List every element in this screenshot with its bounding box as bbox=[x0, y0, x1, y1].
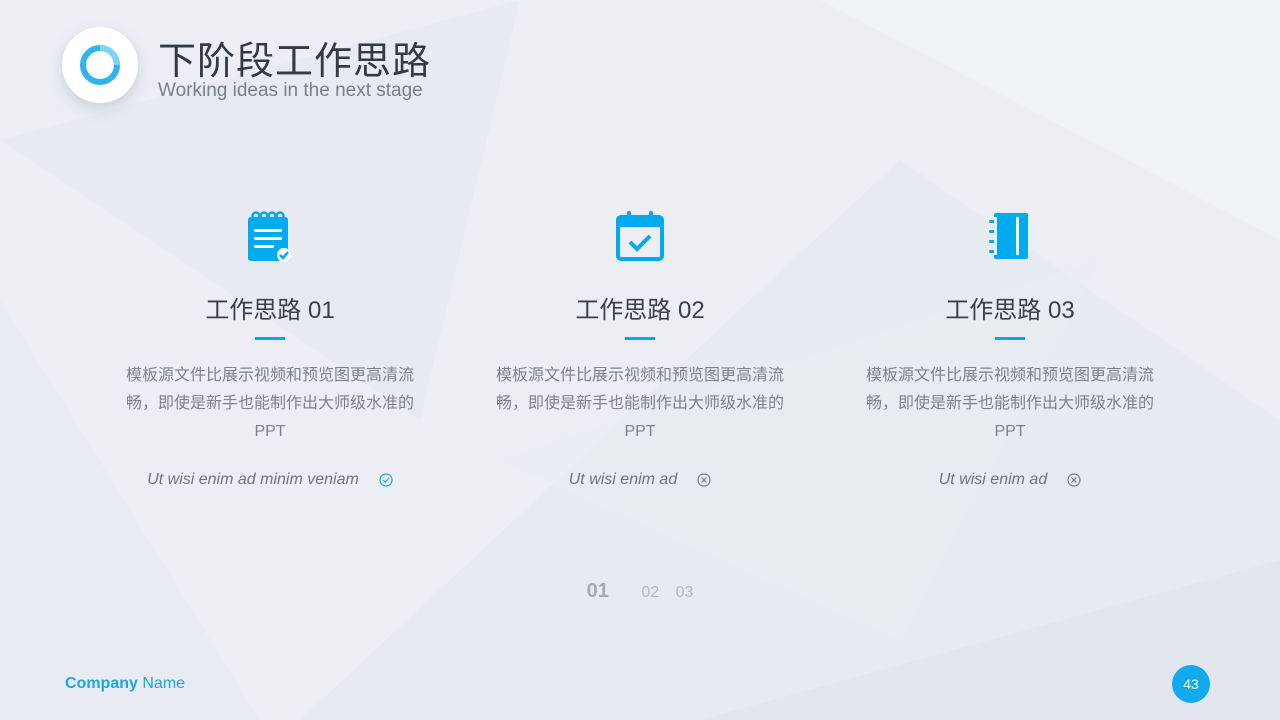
clipboard-check-icon bbox=[240, 205, 300, 265]
accent-underline bbox=[995, 337, 1025, 340]
calendar-check-icon bbox=[610, 205, 670, 265]
idea-note-row: Ut wisi enim ad bbox=[470, 468, 810, 492]
page-subtitle: Working ideas in the next stage bbox=[158, 80, 423, 101]
close-circle-icon[interactable] bbox=[697, 473, 711, 487]
idea-card-3: 工作思路 03 模板源文件比展示视频和预览图更高清流畅，即使是新手也能制作出大师… bbox=[840, 205, 1180, 492]
idea-description: 模板源文件比展示视频和预览图更高清流畅，即使是新手也能制作出大师级水准的PPT bbox=[495, 367, 784, 440]
idea-heading: 工作思路 02 bbox=[575, 297, 705, 324]
slide-pager: 01 02 03 bbox=[0, 580, 1280, 603]
pager-item-03[interactable]: 03 bbox=[676, 584, 694, 602]
company-name: Company Name bbox=[65, 675, 185, 693]
page-title: 下阶段工作思路 bbox=[158, 41, 432, 83]
company-name-bold: Company bbox=[65, 675, 138, 692]
idea-note: Ut wisi enim ad bbox=[938, 471, 1048, 488]
idea-heading: 工作思路 03 bbox=[945, 297, 1075, 324]
accent-underline bbox=[625, 337, 655, 340]
pager-item-01[interactable]: 01 bbox=[587, 580, 609, 603]
ring-icon bbox=[80, 45, 120, 85]
idea-note-row: Ut wisi enim ad bbox=[840, 468, 1180, 492]
accent-underline bbox=[255, 337, 285, 340]
page-number-badge: 43 bbox=[1172, 665, 1210, 703]
idea-card-2: 工作思路 02 模板源文件比展示视频和预览图更高清流畅，即使是新手也能制作出大师… bbox=[470, 205, 810, 492]
close-circle-icon[interactable] bbox=[1067, 473, 1081, 487]
idea-heading: 工作思路 01 bbox=[205, 297, 335, 324]
notebook-icon bbox=[980, 205, 1040, 265]
idea-note-row: Ut wisi enim ad minim veniam bbox=[100, 468, 440, 492]
pager-item-02[interactable]: 02 bbox=[641, 584, 659, 602]
logo-badge bbox=[62, 27, 138, 103]
idea-card-1: 工作思路 01 模板源文件比展示视频和预览图更高清流畅，即使是新手也能制作出大师… bbox=[100, 205, 440, 492]
idea-note: Ut wisi enim ad bbox=[568, 471, 678, 488]
company-name-rest: Name bbox=[142, 675, 186, 692]
idea-description: 模板源文件比展示视频和预览图更高清流畅，即使是新手也能制作出大师级水准的PPT bbox=[865, 367, 1154, 440]
idea-note: Ut wisi enim ad minim veniam bbox=[147, 471, 359, 488]
check-circle-icon[interactable] bbox=[379, 473, 393, 487]
idea-description: 模板源文件比展示视频和预览图更高清流畅，即使是新手也能制作出大师级水准的PPT bbox=[125, 367, 414, 440]
